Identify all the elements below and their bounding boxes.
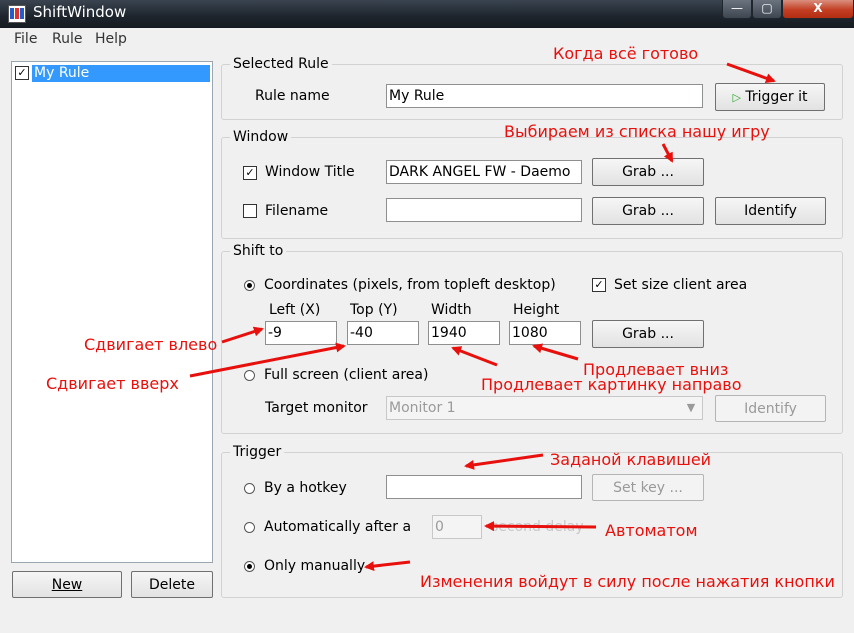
arrow-grab xyxy=(661,143,674,163)
arrow-height xyxy=(532,343,579,361)
arrow-trigger xyxy=(726,62,776,83)
arrow-hotkey xyxy=(464,453,544,470)
arrow-left xyxy=(221,326,264,344)
annotation-shift-up: Сдвигает вверх xyxy=(46,374,179,393)
annotation-extend-right: Продлевает картинку направо xyxy=(481,375,742,394)
annotation-note: Изменения войдут в силу после нажатия кн… xyxy=(420,572,835,591)
arrow-auto xyxy=(484,521,597,532)
annotation-auto: Автоматом xyxy=(605,521,698,540)
arrow-manual xyxy=(364,560,411,572)
annotation-shift-left: Сдвигает влево xyxy=(84,335,218,354)
arrow-width xyxy=(451,346,498,367)
annotation-arrows xyxy=(189,62,776,572)
annotation-choose-game: Выбираем из списка нашу игру xyxy=(504,122,770,141)
annotation-when-ready: Когда всё готово xyxy=(553,44,699,63)
annotation-by-key: Заданой клавишей xyxy=(550,450,712,469)
